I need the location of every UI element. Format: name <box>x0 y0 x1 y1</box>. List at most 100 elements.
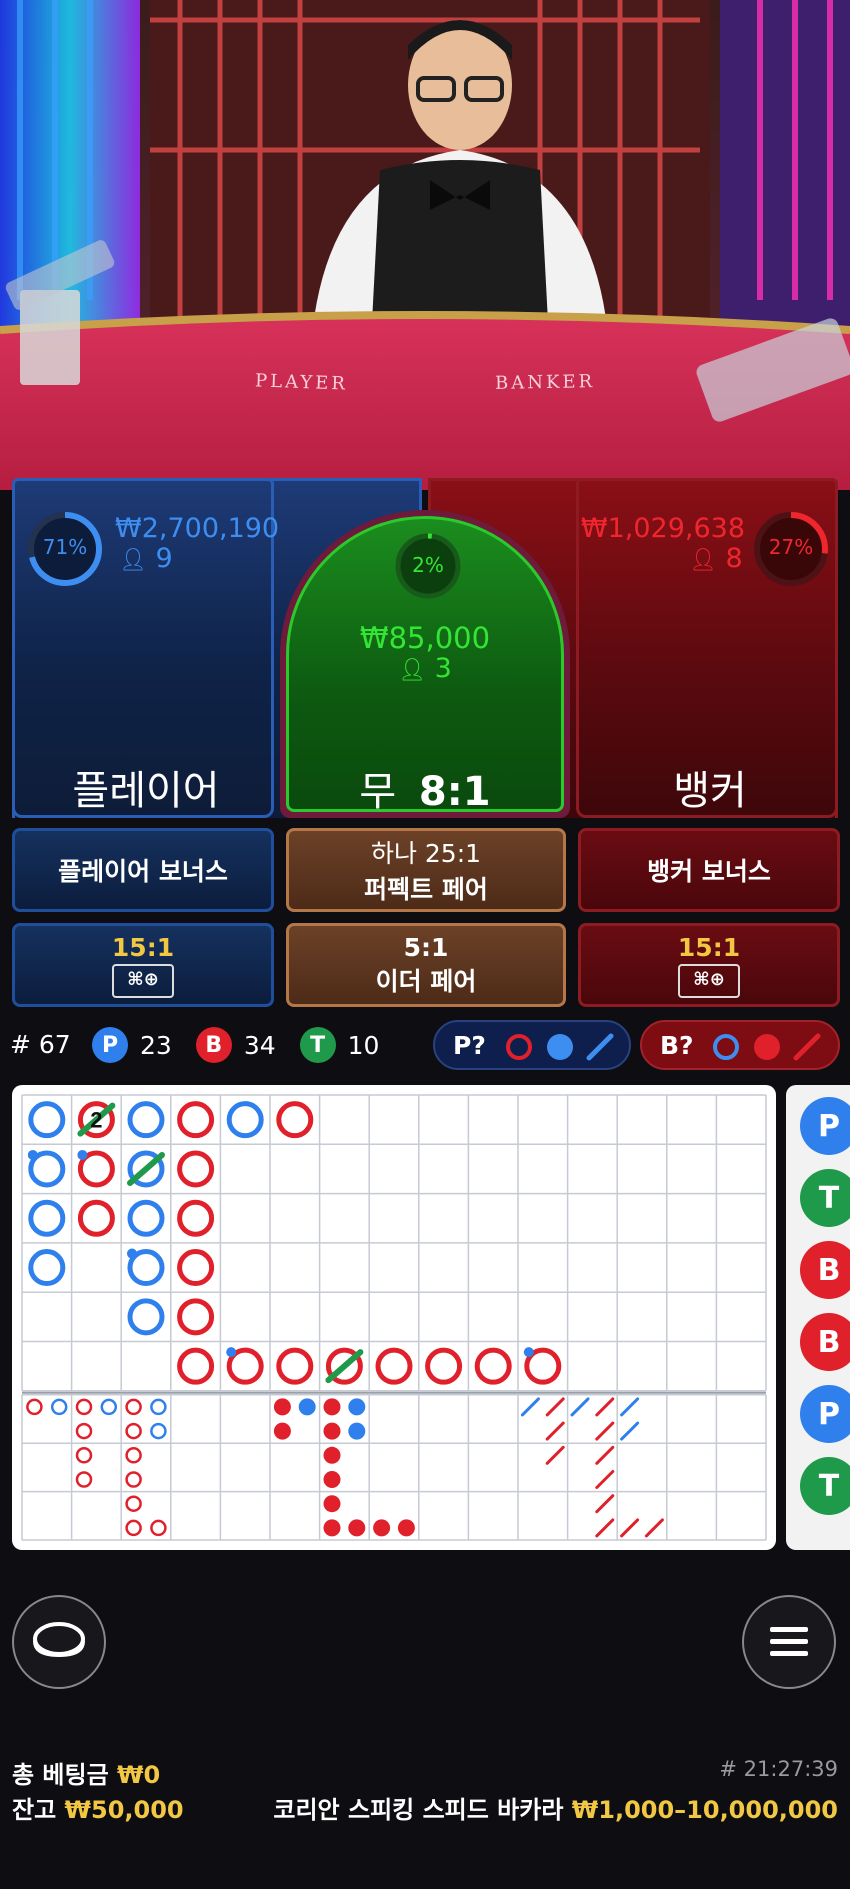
tie-label: 무 8:1 <box>289 759 561 817</box>
derived-mark <box>348 1519 366 1537</box>
bead-mark <box>77 1199 115 1237</box>
bead-mark <box>28 1101 66 1139</box>
bead-mark <box>177 1199 215 1237</box>
t-count: 10 <box>347 1030 380 1060</box>
derived-mark <box>620 1518 640 1538</box>
player-label: 플레이어 <box>72 768 220 814</box>
derived-mark <box>150 1519 167 1537</box>
side-road-scroll[interactable]: PTBBPT <box>786 1085 850 1550</box>
b-badge: B <box>195 1027 232 1063</box>
total-bet: 총 베팅금 ₩0 <box>12 1755 160 1790</box>
perfect-pair-button[interactable]: 하나 25:1 퍼펙트 페어 <box>286 828 566 912</box>
scoreboard[interactable]: 2 <box>12 1085 776 1550</box>
bead-mark <box>276 1347 314 1385</box>
bead-mark <box>127 1199 165 1237</box>
derived-mark <box>520 1397 540 1417</box>
tie-count-mark: 2 <box>90 1108 102 1133</box>
derived-mark <box>75 1447 93 1464</box>
derived-mark <box>150 1398 167 1416</box>
derived-mark <box>595 1421 615 1441</box>
bead-mark <box>177 1101 215 1139</box>
total-bet-label: 총 베팅금 <box>12 1761 109 1789</box>
pair-dot <box>27 1149 38 1160</box>
tie-percent: 2% <box>412 553 444 577</box>
balance-value: ₩50,000 <box>64 1796 184 1824</box>
bead-mark <box>127 1298 165 1336</box>
road-grid: 2 <box>21 1094 767 1541</box>
banker-amount: ₩1,029,638 <box>580 513 745 544</box>
player-percent: 71% <box>42 535 88 559</box>
side-road-bead: B <box>800 1313 850 1371</box>
player-pair-button[interactable]: 15:1 ⌘⊕ <box>12 923 274 1007</box>
tie-bet-spot[interactable]: 2% ₩85,000 👤︎ 3 무 8:1 <box>286 516 564 815</box>
derived-mark <box>323 1495 341 1513</box>
side-road-bead: B <box>800 1241 850 1299</box>
tie-amount: ₩85,000 <box>359 621 491 655</box>
player-predict-icons <box>506 1033 614 1061</box>
derived-mark <box>125 1398 142 1416</box>
felt-player-text: PLAYER <box>254 370 349 395</box>
tie-percent-ring: 2% <box>393 531 463 605</box>
derived-mark <box>348 1398 366 1416</box>
side-road-bead: T <box>800 1169 850 1227</box>
round-prefix: # <box>10 1030 31 1059</box>
round-counter: # 67 <box>10 1030 71 1059</box>
perfect-pair-label: 퍼펙트 페어 <box>364 875 488 904</box>
dealer-scene <box>0 0 850 490</box>
derived-mark <box>595 1518 615 1538</box>
banker-label: 뱅커 <box>673 768 747 814</box>
derived-mark <box>323 1422 341 1440</box>
derived-mark <box>100 1398 118 1416</box>
pair-cards-icon: ⌘⊕ <box>678 963 740 998</box>
derived-mark <box>125 1447 142 1464</box>
tie-label-text: 무 <box>359 769 397 815</box>
tie-count-value: 3 <box>434 653 452 684</box>
player-bonus-label: 플레이어 보너스 <box>58 857 228 886</box>
round-number: 67 <box>38 1030 71 1059</box>
banker-pair-button[interactable]: 15:1 ⌘⊕ <box>578 923 840 1007</box>
derived-mark <box>125 1495 142 1512</box>
player-predict-label: P? <box>453 1031 486 1060</box>
banker-bet-spot[interactable]: ₩1,029,638 👤︎ 8 27% 뱅커 <box>576 478 838 818</box>
derived-mark <box>570 1397 590 1417</box>
pair-dot <box>523 1347 534 1358</box>
bead-mark <box>276 1101 314 1139</box>
player-prediction-button[interactable]: P? <box>433 1020 631 1070</box>
bead-mark <box>177 1347 215 1385</box>
menu-button[interactable] <box>742 1595 836 1689</box>
bead-mark <box>226 1101 264 1139</box>
felt-banker-text: BANKER <box>494 371 596 394</box>
chat-button[interactable] <box>12 1595 106 1689</box>
derived-mark <box>323 1471 341 1488</box>
derived-mark <box>545 1445 565 1465</box>
derived-mark <box>397 1519 415 1537</box>
derived-mark <box>50 1398 68 1416</box>
bead-mark <box>177 1298 215 1336</box>
table-name: 코리안 스피킹 스피드 바카라 <box>273 1796 564 1824</box>
side-road-bead: P <box>800 1097 850 1155</box>
derived-mark <box>323 1519 341 1537</box>
tie-bet-frame: 2% ₩85,000 👤︎ 3 무 8:1 <box>280 510 570 818</box>
table-info: 코리안 스피킹 스피드 바카라 ₩1,000–10,000,000 <box>273 1790 838 1825</box>
person-icon: 👤︎ <box>398 658 427 683</box>
p-count: 23 <box>140 1030 172 1060</box>
derived-mark <box>595 1470 615 1489</box>
either-pair-button[interactable]: 5:1 이더 페어 <box>286 923 566 1007</box>
banker-percent: 27% <box>768 535 814 559</box>
banker-bonus-button[interactable]: 뱅커 보너스 <box>578 828 840 912</box>
tie-odds: 8:1 <box>418 769 491 815</box>
balance: 잔고 ₩50,000 <box>12 1790 184 1825</box>
derived-mark <box>26 1398 43 1416</box>
player-amount: ₩2,700,190 <box>115 513 280 544</box>
either-pair-label: 이더 페어 <box>375 966 477 996</box>
perfect-pair-odds: 하나 25:1 <box>370 839 482 868</box>
player-bet-spot[interactable]: 71% ₩2,700,190 👤︎ 9 플레이어 <box>12 478 279 818</box>
banker-pair-odds: 15:1 <box>677 932 741 962</box>
derived-mark <box>644 1518 664 1538</box>
pair-cards-icon: ⌘⊕ <box>112 963 174 998</box>
player-bonus-button[interactable]: 플레이어 보너스 <box>12 828 274 912</box>
pair-dot <box>77 1149 88 1160</box>
t-badge: T <box>299 1027 336 1063</box>
banker-prediction-button[interactable]: B? <box>640 1020 840 1070</box>
derived-mark <box>75 1471 93 1488</box>
